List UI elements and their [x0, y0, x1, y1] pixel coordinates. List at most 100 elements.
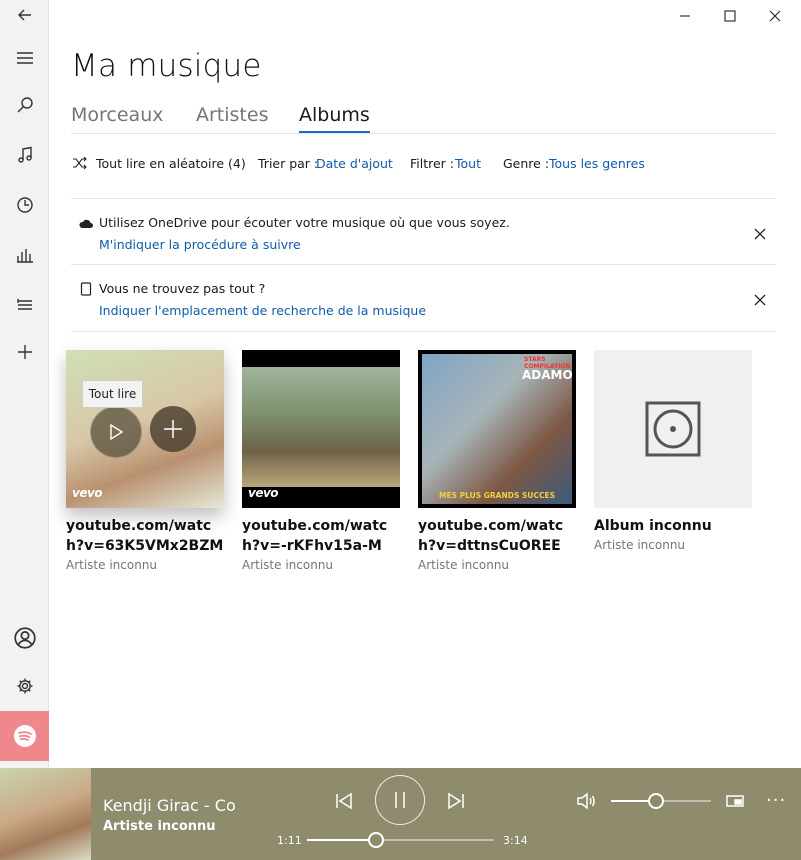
back-button[interactable]	[0, 0, 49, 35]
cover-subtitle-label: MES PLUS GRANDS SUCCES	[439, 491, 555, 500]
genre-label: Genre :	[503, 156, 550, 171]
now-playing-icon	[16, 249, 33, 263]
onedrive-banner-link[interactable]: M'indiquer la procédure à suivre	[99, 237, 301, 252]
dismiss-music-location-banner-button[interactable]	[754, 291, 768, 306]
album-title[interactable]: youtube.com/watch?v=63K5VMx2BZM	[66, 516, 226, 556]
speaker-icon	[577, 792, 595, 810]
pause-icon	[395, 792, 405, 808]
spotify-icon	[13, 725, 36, 747]
album-artist[interactable]: Artiste inconnu	[242, 558, 402, 572]
account-button[interactable]	[0, 618, 49, 658]
tab-morceaux[interactable]: Morceaux	[71, 104, 163, 133]
tab-albums[interactable]: Albums	[299, 104, 370, 133]
close-icon	[754, 228, 766, 240]
hamburger-button[interactable]	[0, 38, 49, 78]
album-tile[interactable]: vevo youtube.com/watch?v=-rKFhv15a-M Art…	[242, 350, 402, 572]
previous-button[interactable]	[331, 788, 357, 814]
album-title[interactable]: Album inconnu	[594, 516, 754, 536]
minimize-icon	[680, 15, 690, 17]
tab-artistes[interactable]: Artistes	[196, 104, 268, 133]
gear-icon	[17, 678, 32, 694]
album-artist[interactable]: Artiste inconnu	[594, 538, 754, 552]
settings-button[interactable]	[0, 666, 49, 706]
album-title[interactable]: youtube.com/watch?v=dttnsCuOREE	[418, 516, 578, 556]
new-playlist-button[interactable]	[0, 332, 49, 372]
album-cover[interactable]: STARS COMPILATION ADAMO MES PLUS GRANDS …	[418, 350, 576, 508]
spotify-button[interactable]	[0, 711, 49, 761]
more-options-button[interactable]: ···	[766, 790, 786, 811]
cover-scene-image	[242, 367, 400, 487]
player-bar: Kendji Girac - Col Artiste inconnu 1:11 …	[0, 768, 801, 860]
cover-artist-label: ADAMO	[522, 368, 573, 382]
close-icon	[769, 10, 781, 22]
shuffle-all-label: Tout lire en aléatoire (4)	[96, 156, 246, 171]
album-cover[interactable]	[594, 350, 752, 508]
mini-view-button[interactable]	[723, 790, 747, 812]
album-cover[interactable]: vevo	[242, 350, 400, 508]
recent-icon	[16, 197, 33, 213]
vevo-watermark: vevo	[248, 486, 279, 500]
onedrive-banner-text: Utilisez OneDrive pour écouter votre mus…	[99, 215, 510, 230]
music-location-banner: Vous ne trouvez pas tout ? Indiquer l'em…	[71, 265, 776, 332]
now-playing-button[interactable]	[0, 235, 49, 275]
album-cover[interactable]: vevo	[66, 350, 224, 508]
playlists-button[interactable]	[0, 285, 49, 325]
playlist-icon	[16, 299, 32, 310]
my-music-button[interactable]	[0, 135, 49, 175]
hamburger-icon	[16, 52, 33, 64]
total-time: 3:14	[503, 834, 528, 847]
search-icon	[17, 97, 33, 113]
filter-label: Filtrer :	[410, 156, 455, 171]
volume-button[interactable]	[574, 790, 598, 812]
account-icon	[13, 627, 36, 649]
dismiss-onedrive-banner-button[interactable]	[754, 225, 768, 240]
mini-view-icon	[726, 795, 744, 807]
nav-rail	[0, 0, 49, 768]
vevo-watermark: vevo	[72, 486, 103, 500]
add-icon	[17, 345, 32, 359]
volume-slider[interactable]	[611, 793, 711, 809]
back-icon	[17, 9, 31, 21]
music-location-banner-text: Vous ne trouvez pas tout ?	[99, 281, 266, 296]
maximize-button[interactable]	[708, 2, 752, 30]
shuffle-all-button[interactable]: Tout lire en aléatoire (4)	[73, 156, 246, 171]
now-playing-title[interactable]: Kendji Girac - Col	[103, 796, 235, 815]
sort-dropdown[interactable]: Date d'ajout	[316, 156, 393, 171]
music-location-banner-link[interactable]: Indiquer l'emplacement de recherche de l…	[99, 303, 426, 318]
seek-bar[interactable]	[307, 832, 494, 848]
pause-button[interactable]	[375, 775, 425, 825]
close-icon	[754, 294, 766, 306]
onedrive-banner: Utilisez OneDrive pour écouter votre mus…	[71, 198, 776, 265]
search-button[interactable]	[0, 85, 49, 125]
album-title[interactable]: youtube.com/watch?v=-rKFhv15a-M	[242, 516, 402, 556]
album-artist[interactable]: Artiste inconnu	[418, 558, 578, 572]
elapsed-time: 1:11	[277, 834, 302, 847]
page-title: Ma musique	[71, 48, 262, 84]
next-button[interactable]	[443, 788, 469, 814]
disc-placeholder-icon	[645, 401, 701, 457]
now-playing-artwork[interactable]	[0, 768, 91, 860]
now-playing-artist[interactable]: Artiste inconnu	[103, 819, 216, 834]
album-tile[interactable]: Album inconnu Artiste inconnu	[594, 350, 754, 552]
previous-icon	[336, 792, 352, 810]
groove-music-window: Ma musique Morceaux Artistes Albums Tout…	[0, 0, 801, 860]
volume-slider-thumb[interactable]	[648, 793, 664, 809]
shuffle-icon	[73, 156, 87, 170]
close-window-button[interactable]	[753, 2, 797, 30]
maximize-icon	[724, 10, 736, 22]
recent-button[interactable]	[0, 185, 49, 225]
next-icon	[448, 792, 464, 810]
add-to-button[interactable]	[150, 406, 196, 452]
pivot-tabs: Morceaux Artistes Albums	[71, 104, 776, 134]
cloud-icon	[79, 219, 93, 228]
album-tile[interactable]: STARS COMPILATION ADAMO MES PLUS GRANDS …	[418, 350, 578, 572]
genre-dropdown[interactable]: Tous les genres	[549, 156, 645, 171]
music-note-icon	[17, 146, 32, 163]
add-icon	[164, 420, 182, 438]
play-album-button[interactable]	[90, 406, 142, 458]
album-artist[interactable]: Artiste inconnu	[66, 558, 226, 572]
seek-bar-thumb[interactable]	[368, 832, 385, 848]
filter-dropdown[interactable]: Tout	[455, 156, 481, 171]
sort-label: Trier par :	[258, 156, 319, 171]
minimize-button[interactable]	[663, 2, 707, 30]
